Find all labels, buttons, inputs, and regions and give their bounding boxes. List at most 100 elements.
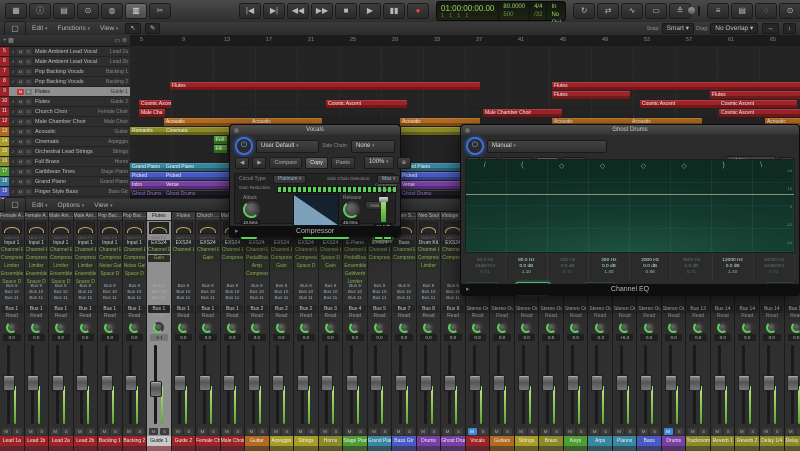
go-to-beginning-button[interactable]: |◀ <box>239 3 261 19</box>
strip-solo-button[interactable]: S <box>528 428 537 435</box>
arrange-region[interactable]: Fill <box>214 145 227 153</box>
strip-audio-fx-slots[interactable]: Channel EQSpace DGain <box>319 247 343 283</box>
audio-fx-slot[interactable]: Limiter <box>50 263 72 270</box>
strip-automation-mode[interactable]: Read <box>490 313 514 320</box>
strip-solo-button[interactable]: S <box>380 428 389 435</box>
forward-button[interactable]: ▶▶ <box>311 3 333 19</box>
eq-band[interactable]: 100 Hz0.0 dB0.71 <box>548 253 589 280</box>
channel-eq-plugin-window[interactable]: Ghost Drums ⏻ Manual ▾ ◀ ▶ Compare Copy … <box>460 124 800 296</box>
strip-send-slots[interactable]: Bus 9Bus 10Bus 11 <box>294 283 318 305</box>
strip-audio-fx-slots[interactable]: Channel EQCompressor <box>221 247 245 283</box>
solo-button[interactable]: S <box>25 139 32 145</box>
strip-solo-button[interactable]: S <box>135 428 144 435</box>
strip-output-slot[interactable]: Bus 1 <box>26 305 48 313</box>
strip-output-slot[interactable]: Bus 14 <box>736 305 758 313</box>
strip-audio-fx-slots[interactable]: Channel EQCompressorLimiterEnsembleSpace… <box>49 247 73 283</box>
strip-audio-fx-slots[interactable]: Channel EQGain <box>147 247 171 283</box>
fader-thumb[interactable] <box>150 381 162 397</box>
strip-mute-button[interactable]: M <box>688 428 697 435</box>
audio-fx-slot[interactable]: Gain <box>320 263 342 270</box>
audio-fx-slot[interactable]: Compressor <box>124 255 146 262</box>
strip-mute-button[interactable]: M <box>2 428 11 435</box>
fader-thumb[interactable] <box>469 375 481 391</box>
strip-audio-fx-slots[interactable]: Channel EQCompressor <box>368 247 392 283</box>
strip-fader[interactable] <box>613 343 637 426</box>
strip-automation-mode[interactable]: Read <box>539 313 563 320</box>
strip-automation-mode[interactable]: Read <box>245 313 269 320</box>
fader-thumb[interactable] <box>3 375 15 391</box>
threshold-fader[interactable] <box>381 192 386 222</box>
strip-send-slots[interactable]: Bus 9Bus 10Bus 11 <box>0 283 24 305</box>
audio-fx-slot[interactable]: Limiter <box>1 263 23 270</box>
pan-knob[interactable] <box>300 322 311 333</box>
strip-input-slot[interactable]: Bass <box>393 240 415 247</box>
arrange-region[interactable]: Male Cha <box>139 109 165 117</box>
mute-button[interactable]: M <box>17 99 24 105</box>
strip-mute-button[interactable]: M <box>51 428 60 435</box>
strip-output-slot[interactable]: Bus 8 <box>418 305 440 313</box>
audio-fx-slot[interactable]: Channel EQ <box>320 247 342 254</box>
fader-thumb[interactable] <box>591 375 603 391</box>
copy-button[interactable]: Copy <box>305 157 328 169</box>
mixer-channel-strip[interactable]: Male Ch…MIDI FXEXS24Channel EQCompressor… <box>221 212 246 451</box>
mute-button[interactable]: M <box>17 89 24 95</box>
plugin-power-button[interactable]: ⏻ <box>235 137 253 155</box>
strip-solo-button[interactable]: S <box>184 428 193 435</box>
mute-button[interactable]: M <box>17 109 24 115</box>
eq-band[interactable]: 2000 Hz0.0 dB0.88 <box>630 253 671 280</box>
track-header-row[interactable]: 10♪MSFlutesGuide 2 <box>0 97 130 107</box>
audio-fx-slot[interactable]: Gain <box>197 255 219 262</box>
replace-icon[interactable]: ∿ <box>621 3 643 19</box>
strip-input-slot[interactable]: EXS24 <box>148 240 170 247</box>
strip-fader[interactable] <box>392 343 416 426</box>
send-slot[interactable]: Bus 11 <box>319 295 343 301</box>
strip-send-slots[interactable]: Bus 9Bus 10Bus 11 <box>245 283 269 305</box>
strip-mute-button[interactable]: M <box>198 428 207 435</box>
eq-band[interactable]: 20.0 Hz24dB/Oct0.71 <box>465 253 506 280</box>
mixer-channel-strip[interactable]: Caribbe…MIDI FXE-PianoChannel EQPedalBoa… <box>343 212 368 451</box>
fader-thumb[interactable] <box>763 375 775 391</box>
strip-fader[interactable] <box>245 343 269 426</box>
strip-audio-fx-slots[interactable]: Channel EQCompressorLimiterEnsembleSpace… <box>74 247 98 283</box>
strip-automation-mode[interactable]: Read <box>25 313 49 320</box>
inspector-icon[interactable]: ⓘ <box>29 3 51 19</box>
strip-send-slots[interactable]: Bus 9Bus 10Bus 11 <box>49 283 73 305</box>
send-slot[interactable]: Bus 11 <box>294 295 318 301</box>
strip-audio-fx-slots[interactable]: Channel EQ <box>172 247 196 283</box>
settings-icon[interactable]: ⊙ <box>779 3 800 19</box>
mute-button[interactable]: M <box>17 69 24 75</box>
library-icon[interactable]: ▦ <box>5 3 27 19</box>
strip-solo-button[interactable]: S <box>773 428 782 435</box>
audio-fx-slot[interactable]: Limiter <box>75 263 97 270</box>
audio-fx-slot[interactable]: Space D <box>124 271 146 278</box>
add-track-icon[interactable]: + ▦ <box>3 37 14 44</box>
strip-output-slot[interactable]: Bus 14 <box>761 305 783 313</box>
mute-button[interactable]: M <box>17 49 24 55</box>
strip-fader[interactable] <box>490 343 514 426</box>
send-slot[interactable]: Bus 11 <box>417 295 441 301</box>
pan-knob[interactable] <box>791 322 800 333</box>
fader-thumb[interactable] <box>346 375 358 391</box>
eq-band[interactable]: 18000 Hz12dB/Oct0.71 <box>754 253 795 280</box>
mixer-channel-strip[interactable]: Church …MIDI FXEXS24Channel EQGainBus 9B… <box>196 212 221 451</box>
strip-output-slot[interactable]: Bus 5 <box>369 305 391 313</box>
send-slot[interactable]: Bus 11 <box>245 295 269 301</box>
strip-fader[interactable] <box>123 343 147 426</box>
strip-fader[interactable] <box>319 343 343 426</box>
strip-automation-mode[interactable]: Read <box>172 313 196 320</box>
audio-fx-slot[interactable]: Ensemble <box>344 263 366 270</box>
eq-power-button[interactable]: ⏻ <box>466 137 484 155</box>
audio-fx-slot[interactable]: Space D <box>295 263 317 270</box>
eq-band-shape-icon[interactable]: ◇ <box>600 162 605 170</box>
send-slot[interactable]: Bus 11 <box>221 295 245 301</box>
side-chain-select[interactable]: None ▾ <box>351 140 395 153</box>
strip-eq-thumbnail[interactable] <box>198 222 218 234</box>
send-slot[interactable]: Bus 11 <box>368 295 392 301</box>
fader-thumb[interactable] <box>665 375 677 391</box>
strip-fader[interactable] <box>172 343 196 426</box>
mixer-menu-edit[interactable]: Edit ▾ <box>27 202 53 209</box>
strip-mute-button[interactable]: M <box>419 428 428 435</box>
eq-band-icons[interactable]: /(◇◇◇◇)\ <box>466 162 780 170</box>
strip-output-slot[interactable]: Bus 1 <box>197 305 219 313</box>
strip-eq-thumbnail[interactable] <box>2 222 22 234</box>
